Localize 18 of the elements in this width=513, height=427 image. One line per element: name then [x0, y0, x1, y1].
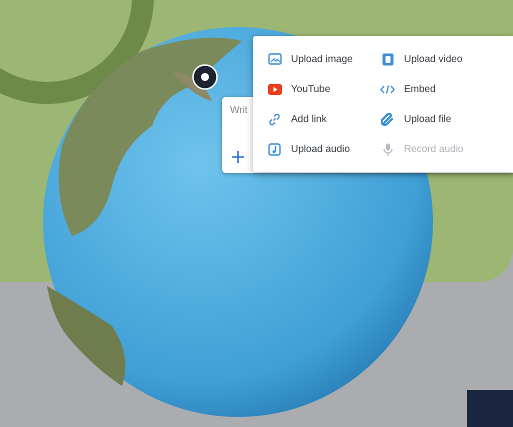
link-icon — [268, 112, 281, 126]
plus-icon — [232, 151, 244, 163]
code-icon — [380, 84, 395, 94]
menu-item[interactable]: Upload image — [267, 44, 380, 74]
microphone-icon — [382, 142, 392, 156]
add-button[interactable] — [232, 151, 244, 163]
menu-item[interactable]: YouTube — [267, 74, 380, 104]
location-pin-icon — [192, 64, 218, 90]
menu-item[interactable]: Embed — [380, 74, 513, 104]
film-icon — [382, 52, 394, 66]
menu-item[interactable]: Upload audio — [267, 134, 380, 164]
menu-item[interactable]: Add link — [267, 104, 380, 134]
paperclip-icon — [381, 112, 394, 126]
image-icon — [268, 53, 282, 65]
music-note-icon — [268, 142, 281, 156]
menu-item[interactable]: Upload file — [380, 104, 513, 134]
play-icon — [268, 84, 282, 94]
menu-item[interactable]: Upload video — [380, 44, 513, 74]
